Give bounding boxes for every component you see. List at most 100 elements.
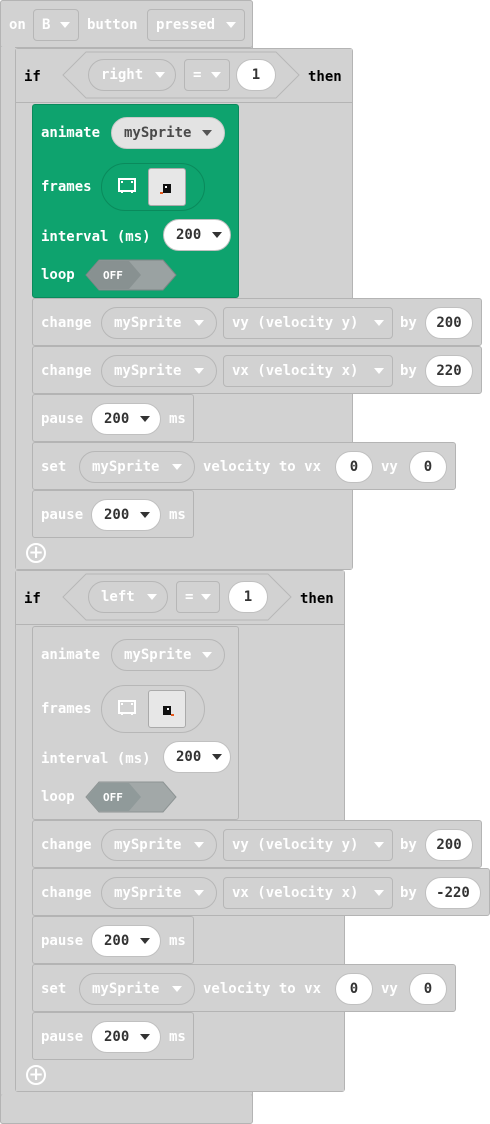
sprite-name: mySprite xyxy=(114,837,182,853)
chevron-down-icon xyxy=(211,72,221,78)
chevron-down-icon xyxy=(194,368,204,374)
property-value: vx (velocity x) xyxy=(232,363,359,379)
animate-label: animate xyxy=(41,647,101,663)
pause-duration-dropdown[interactable]: 200 xyxy=(91,499,161,531)
chevron-down-icon xyxy=(194,320,204,326)
sprite-name: mySprite xyxy=(92,981,160,997)
interval-label: interval (ms) xyxy=(41,751,151,767)
interval-value: 200 xyxy=(176,749,202,765)
direction-dropdown[interactable]: left xyxy=(88,581,168,613)
if-left-spine xyxy=(16,625,32,1059)
by-label: by xyxy=(400,837,417,853)
change-vy-value-input[interactable]: 200 xyxy=(425,307,473,339)
loop-label: loop xyxy=(41,789,75,805)
action-value: pressed xyxy=(156,17,216,33)
set-sprite-dropdown[interactable]: mySprite xyxy=(79,451,195,483)
pause-label: pause xyxy=(41,507,84,523)
animate-sprite-dropdown[interactable]: mySprite xyxy=(111,639,225,671)
pause-duration-dropdown[interactable]: 200 xyxy=(91,1021,161,1053)
change-vx-block[interactable]: change mySprite vx (velocity x) by 220 xyxy=(32,346,482,394)
frames-field[interactable] xyxy=(101,685,205,733)
plus-circle-icon[interactable]: + xyxy=(26,1065,46,1085)
change-vx-value-input[interactable]: -220 xyxy=(425,877,481,909)
if-right-spine xyxy=(16,103,32,537)
change-value: 200 xyxy=(436,315,462,331)
velocity-to-vx-label: velocity to vx xyxy=(203,981,322,997)
vy-label: vy xyxy=(381,981,398,997)
frames-field[interactable] xyxy=(101,163,205,211)
button-dropdown[interactable]: B xyxy=(33,9,79,41)
chevron-down-icon xyxy=(172,464,182,470)
pause-value: 200 xyxy=(104,411,130,427)
direction-dropdown[interactable]: right xyxy=(88,59,176,91)
plus-circle-icon[interactable]: + xyxy=(26,543,46,563)
change-vy-block[interactable]: change mySprite vy (velocity y) by 200 xyxy=(32,298,482,346)
change-label: change xyxy=(41,885,92,901)
property-dropdown[interactable]: vy (velocity y) xyxy=(223,829,393,861)
pause-block[interactable]: pause 200 ms xyxy=(32,916,194,964)
compare-value-input[interactable]: 1 xyxy=(228,581,268,613)
pause-block[interactable]: pause 200 ms xyxy=(32,490,194,538)
chevron-down-icon xyxy=(374,890,384,896)
set-velocity-block[interactable]: set mySprite velocity to vx 0 vy 0 xyxy=(32,964,456,1012)
chevron-down-icon xyxy=(155,72,165,78)
vy-input[interactable]: 0 xyxy=(409,973,447,1005)
by-label: by xyxy=(400,315,417,331)
loop-toggle[interactable] xyxy=(85,781,177,813)
pause-block[interactable]: pause 200 ms xyxy=(32,394,194,442)
sprite-pixel-art xyxy=(163,706,174,716)
vx-input[interactable]: 0 xyxy=(335,973,373,1005)
change-sprite-dropdown[interactable]: mySprite xyxy=(101,877,217,909)
set-sprite-dropdown[interactable]: mySprite xyxy=(79,973,195,1005)
sprite-name: mySprite xyxy=(114,885,182,901)
action-dropdown[interactable]: pressed xyxy=(147,9,245,41)
chevron-down-icon xyxy=(374,368,384,374)
event-spine xyxy=(1,47,15,1095)
change-vy-value-input[interactable]: 200 xyxy=(425,829,473,861)
event-header[interactable]: on B button pressed xyxy=(0,0,253,48)
button-label: button xyxy=(87,17,138,33)
pause-label: pause xyxy=(41,411,84,427)
change-value: 200 xyxy=(436,837,462,853)
change-sprite-dropdown[interactable]: mySprite xyxy=(101,307,217,339)
compare-value-input[interactable]: 1 xyxy=(236,59,276,91)
loop-state: OFF xyxy=(103,791,123,804)
chevron-down-icon xyxy=(226,22,236,28)
pause-duration-dropdown[interactable]: 200 xyxy=(91,925,161,957)
change-label: change xyxy=(41,837,92,853)
sprite-name: mySprite xyxy=(114,315,182,331)
loop-toggle[interactable] xyxy=(85,259,177,291)
animate-block[interactable]: animate mySprite frames interval (ms) 20… xyxy=(32,104,239,298)
property-dropdown[interactable]: vx (velocity x) xyxy=(223,877,393,909)
interval-dropdown[interactable]: 200 xyxy=(163,219,231,251)
animate-block[interactable]: animate mySprite frames interval (ms) 20… xyxy=(32,626,239,820)
interval-label: interval (ms) xyxy=(41,229,151,245)
property-dropdown[interactable]: vx (velocity x) xyxy=(223,355,393,387)
operator-dropdown[interactable]: = xyxy=(176,581,220,613)
animate-sprite-dropdown[interactable]: mySprite xyxy=(111,117,225,149)
if-label: if xyxy=(24,69,41,85)
pause-block[interactable]: pause 200 ms xyxy=(32,1012,194,1060)
change-vx-block[interactable]: change mySprite vx (velocity x) by -220 xyxy=(32,868,490,916)
interval-dropdown[interactable]: 200 xyxy=(163,741,231,773)
pause-label: pause xyxy=(41,933,84,949)
ms-label: ms xyxy=(169,1029,186,1045)
film-strip-icon xyxy=(118,700,136,715)
change-vy-block[interactable]: change mySprite vy (velocity y) by 200 xyxy=(32,820,482,868)
chevron-down-icon xyxy=(374,320,384,326)
vy-input[interactable]: 0 xyxy=(409,451,447,483)
change-sprite-dropdown[interactable]: mySprite xyxy=(101,829,217,861)
change-sprite-dropdown[interactable]: mySprite xyxy=(101,355,217,387)
operator-dropdown[interactable]: = xyxy=(184,59,230,91)
pause-duration-dropdown[interactable]: 200 xyxy=(91,403,161,435)
vx-input[interactable]: 0 xyxy=(335,451,373,483)
change-vx-value-input[interactable]: 220 xyxy=(425,355,473,387)
set-velocity-block[interactable]: set mySprite velocity to vx 0 vy 0 xyxy=(32,442,456,490)
compare-value: 1 xyxy=(243,589,253,605)
vx-value: 0 xyxy=(349,981,359,997)
vy-value: 0 xyxy=(423,459,433,475)
property-dropdown[interactable]: vy (velocity y) xyxy=(223,307,393,339)
chevron-down-icon xyxy=(172,986,182,992)
sprite-thumbnail-icon xyxy=(148,168,186,206)
chevron-down-icon xyxy=(212,232,222,238)
